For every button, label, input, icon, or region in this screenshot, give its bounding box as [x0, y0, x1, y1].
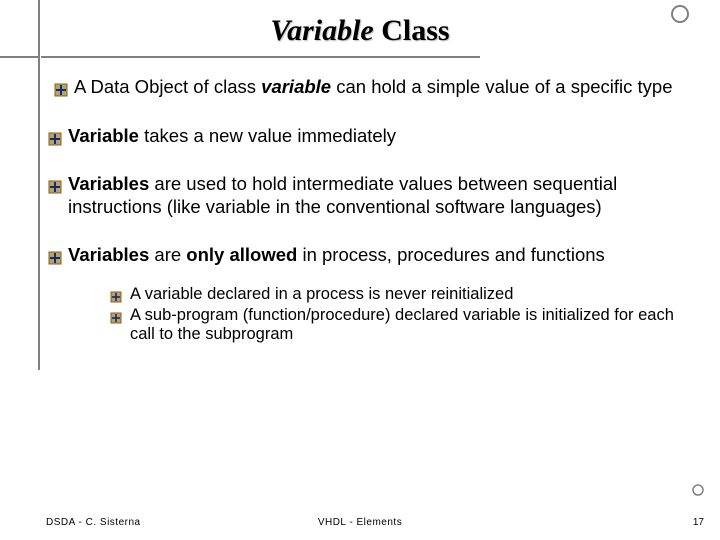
slide-footer: DSDA - C. Sisterna VHDL - Elements 17: [0, 508, 720, 528]
title-rest: Class: [374, 14, 450, 47]
decorative-circle-icon: [692, 484, 704, 496]
bullet-item: Variables are only allowed in process, p…: [48, 244, 694, 267]
footer-subject: VHDL - Elements: [0, 517, 720, 528]
bullet-item: Variables are used to hold intermediate …: [48, 173, 694, 218]
bullet-icon: [48, 248, 62, 262]
sub-bullet-list: A variable declared in a process is neve…: [110, 285, 694, 344]
bullet-icon: [48, 177, 62, 191]
title-italic: Variable: [270, 14, 373, 47]
slide: Variable Class A Data Object of class va…: [0, 0, 720, 540]
bullet-item: A Data Object of class variable can hold…: [54, 76, 694, 99]
bullet-item: Variable takes a new value immediately: [48, 125, 694, 148]
slide-title-wrap: Variable Class: [18, 14, 702, 48]
sub-bullet-text: A variable declared in a process is neve…: [130, 285, 694, 304]
bullet-icon: [54, 80, 68, 94]
bullet-icon: [48, 129, 62, 143]
bullet-text: Variables are used to hold intermediate …: [68, 173, 694, 218]
sub-bullet-text: A sub-program (function/procedure) decla…: [130, 306, 694, 344]
slide-number: 17: [693, 517, 704, 528]
sub-bullet-item: A variable declared in a process is neve…: [110, 285, 694, 304]
slide-title: Variable Class: [270, 14, 449, 48]
sub-bullet-icon: [110, 310, 122, 322]
content-area: A Data Object of class variable can hold…: [54, 76, 694, 346]
sub-bullet-icon: [110, 289, 122, 301]
horizontal-rule: [0, 56, 480, 58]
decorative-circle-icon: [670, 4, 690, 24]
vertical-rule: [38, 0, 40, 370]
sub-bullet-item: A sub-program (function/procedure) decla…: [110, 306, 694, 344]
bullet-text: Variables are only allowed in process, p…: [68, 244, 694, 267]
bullet-text: A Data Object of class variable can hold…: [74, 76, 694, 99]
bullet-text: Variable takes a new value immediately: [68, 125, 694, 148]
